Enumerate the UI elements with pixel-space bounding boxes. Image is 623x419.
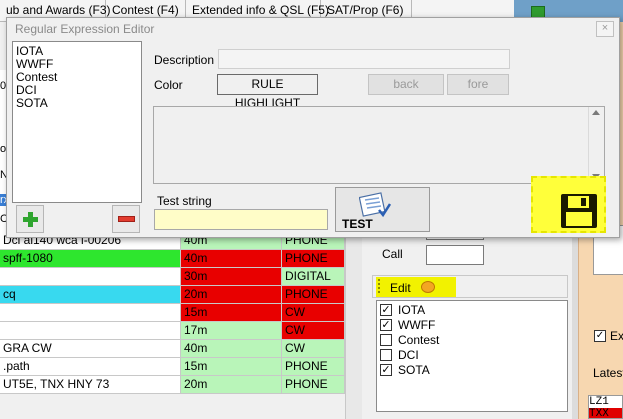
grid-row[interactable]: 17m CW [0, 322, 362, 340]
color-preview: RULE HIGHLIGHT [217, 74, 318, 110]
callsign-comment-cell: cq [0, 286, 181, 304]
plus-icon [28, 212, 33, 227]
latest-spot-line: TXX [589, 408, 622, 418]
test-string-label: Test string [157, 194, 212, 208]
mode-cell: PHONE [282, 358, 345, 376]
latest-spot-line: LZ1 [589, 396, 609, 408]
checkbox[interactable] [380, 349, 392, 361]
mode-cell: PHONE [282, 286, 345, 304]
mode-cell: DIGITAL [282, 268, 345, 286]
edit-button[interactable]: Edit [390, 281, 411, 295]
callsign-comment-cell [0, 268, 181, 286]
scroll-up-icon[interactable] [592, 110, 600, 115]
band-cell: 30m [181, 268, 282, 286]
color-label: Color [154, 78, 183, 92]
band-cell: 20m [181, 286, 282, 304]
edit-toolbar-highlight [376, 277, 456, 297]
grid-row[interactable]: cq 20m PHONE [0, 286, 362, 304]
checkbox[interactable] [380, 334, 392, 346]
grip-icon [378, 279, 382, 293]
latest-label: Latest [593, 366, 623, 380]
checkbox[interactable]: ✓ [380, 364, 392, 376]
grid-row[interactable]: .path 15m PHONE [0, 358, 362, 376]
callsign-comment-cell: spff-1080 [0, 250, 181, 268]
grid-row[interactable]: GRA CW 40m CW [0, 340, 362, 358]
band-cell: 40m [181, 340, 282, 358]
mode-cell: CW [282, 322, 345, 340]
call-input[interactable] [426, 245, 484, 265]
band-cell: 20m [181, 376, 282, 394]
description-input[interactable] [218, 49, 510, 69]
callsign-comment-cell: GRA CW [0, 340, 181, 358]
test-button-label: TEST [342, 217, 373, 231]
mode-cell: PHONE [282, 376, 345, 394]
panel-scrollbar[interactable] [572, 236, 578, 419]
rule-name-item[interactable]: SOTA [16, 97, 48, 110]
mode-cell: CW [282, 340, 345, 358]
regex-textarea[interactable] [153, 106, 605, 184]
test-string-input[interactable] [154, 209, 328, 230]
rule-item-label: DCI [398, 348, 419, 362]
edit-hand-icon[interactable] [421, 281, 435, 293]
band-cell: 15m [181, 304, 282, 322]
rule-item-label: Contest [398, 333, 440, 347]
grid-row[interactable]: spff-1080 40m PHONE [0, 250, 362, 268]
checkbox[interactable]: ✓ [380, 304, 392, 316]
checkbox[interactable]: ✓ [380, 319, 392, 331]
delete-rule-button[interactable] [112, 205, 140, 233]
mode-cell: CW [282, 304, 345, 322]
callsign-comment-cell: .path [0, 358, 181, 376]
callsign-comment-cell [0, 322, 181, 340]
rule-item-label: SOTA [398, 363, 430, 377]
callsign-comment-cell [0, 304, 181, 322]
fore-color-button[interactable]: fore [447, 74, 509, 95]
right-side-checkbox[interactable]: ✓ [594, 330, 606, 342]
grid-scrollbar[interactable] [345, 232, 362, 419]
close-button[interactable]: × [596, 21, 614, 37]
dialog-title: Regular Expression Editor [15, 22, 155, 36]
callsign-comment-cell: UT5E, TNX HNY 73 [0, 376, 181, 394]
latest-spots-strip: LZ1 TXX [588, 395, 623, 419]
rule-item-label: WWFF [398, 318, 436, 332]
band-cell: 17m [181, 322, 282, 340]
mode-cell: PHONE [282, 250, 345, 268]
minus-icon [118, 216, 135, 222]
add-rule-button[interactable] [16, 205, 44, 233]
band-cell: 15m [181, 358, 282, 376]
grid-row[interactable]: 15m CW [0, 304, 362, 322]
regex-scrollbar[interactable] [588, 107, 604, 183]
description-label: Description [154, 53, 215, 67]
rule-item-label: IOTA [398, 303, 426, 317]
grid-row[interactable]: UT5E, TNX HNY 73 20m PHONE [0, 376, 362, 394]
right-side-checkbox-label: Ex [610, 329, 623, 343]
band-cell: 40m [181, 250, 282, 268]
document-check-icon [359, 192, 391, 218]
call-label: Call [382, 247, 403, 261]
grid-row[interactable]: 30m DIGITAL [0, 268, 362, 286]
back-color-button[interactable]: back [368, 74, 444, 95]
save-floppy-icon[interactable] [559, 193, 599, 229]
